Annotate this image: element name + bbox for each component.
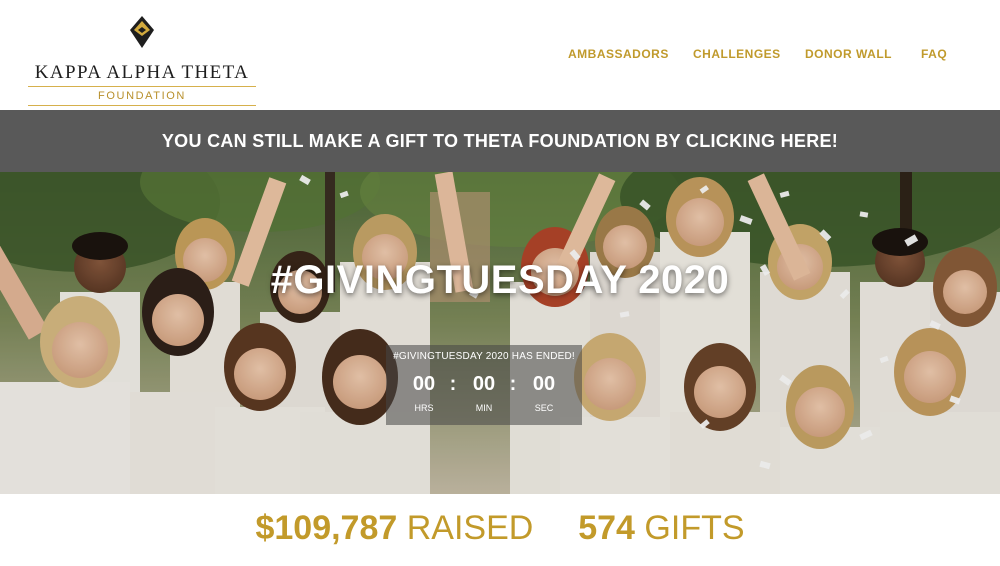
nav-faq[interactable]: FAQ xyxy=(921,47,947,61)
nav-challenges[interactable]: CHALLENGES xyxy=(693,47,781,61)
nav-donor-wall[interactable]: DONOR WALL xyxy=(805,47,892,61)
countdown-minutes: 00 xyxy=(472,373,496,395)
gifts-label: GIFTS xyxy=(644,509,745,547)
countdown-ended-text: #GIVINGTUESDAY 2020 HAS ENDED! xyxy=(393,351,575,362)
hero-section: #GIVINGTUESDAY 2020 #GIVINGTUESDAY 2020 … xyxy=(0,172,1000,494)
stats-row: $109,787 RAISED 574 GIFTS xyxy=(0,509,1000,548)
countdown-separator: : xyxy=(509,373,517,395)
site-header: KAPPA ALPHA THETA FOUNDATION AMBASSADORS… xyxy=(0,0,1000,110)
fundraising-stats: $109,787 RAISED 574 GIFTS xyxy=(0,494,1000,566)
countdown-seconds-label: SEC xyxy=(534,403,554,413)
countdown-minutes-label: MIN xyxy=(475,403,493,413)
countdown-separator: : xyxy=(449,373,457,395)
make-gift-banner[interactable]: YOU CAN STILL MAKE A GIFT TO THETA FOUND… xyxy=(0,110,1000,172)
countdown-seconds: 00 xyxy=(532,373,556,395)
logo-divider xyxy=(28,105,256,106)
logo-divider xyxy=(28,86,256,87)
main-nav: AMBASSADORS CHALLENGES DONOR WALL FAQ xyxy=(0,47,1000,63)
raised-label: RAISED xyxy=(406,509,534,547)
raised-amount: $109,787 xyxy=(255,509,398,547)
countdown-timer: #GIVINGTUESDAY 2020 HAS ENDED! 00 : 00 :… xyxy=(386,345,582,425)
gifts-count: 574 xyxy=(578,509,635,547)
logo-name: KAPPA ALPHA THETA xyxy=(34,62,250,83)
countdown-hours: 00 xyxy=(412,373,436,395)
nav-ambassadors[interactable]: AMBASSADORS xyxy=(568,47,669,61)
logo-subtitle: FOUNDATION xyxy=(98,90,186,102)
banner-text: YOU CAN STILL MAKE A GIFT TO THETA FOUND… xyxy=(161,130,839,151)
hero-photo xyxy=(0,172,1000,494)
hero-title: #GIVINGTUESDAY 2020 xyxy=(270,258,730,302)
kite-logo-icon xyxy=(130,16,154,48)
countdown-hours-label: HRS xyxy=(414,403,434,413)
